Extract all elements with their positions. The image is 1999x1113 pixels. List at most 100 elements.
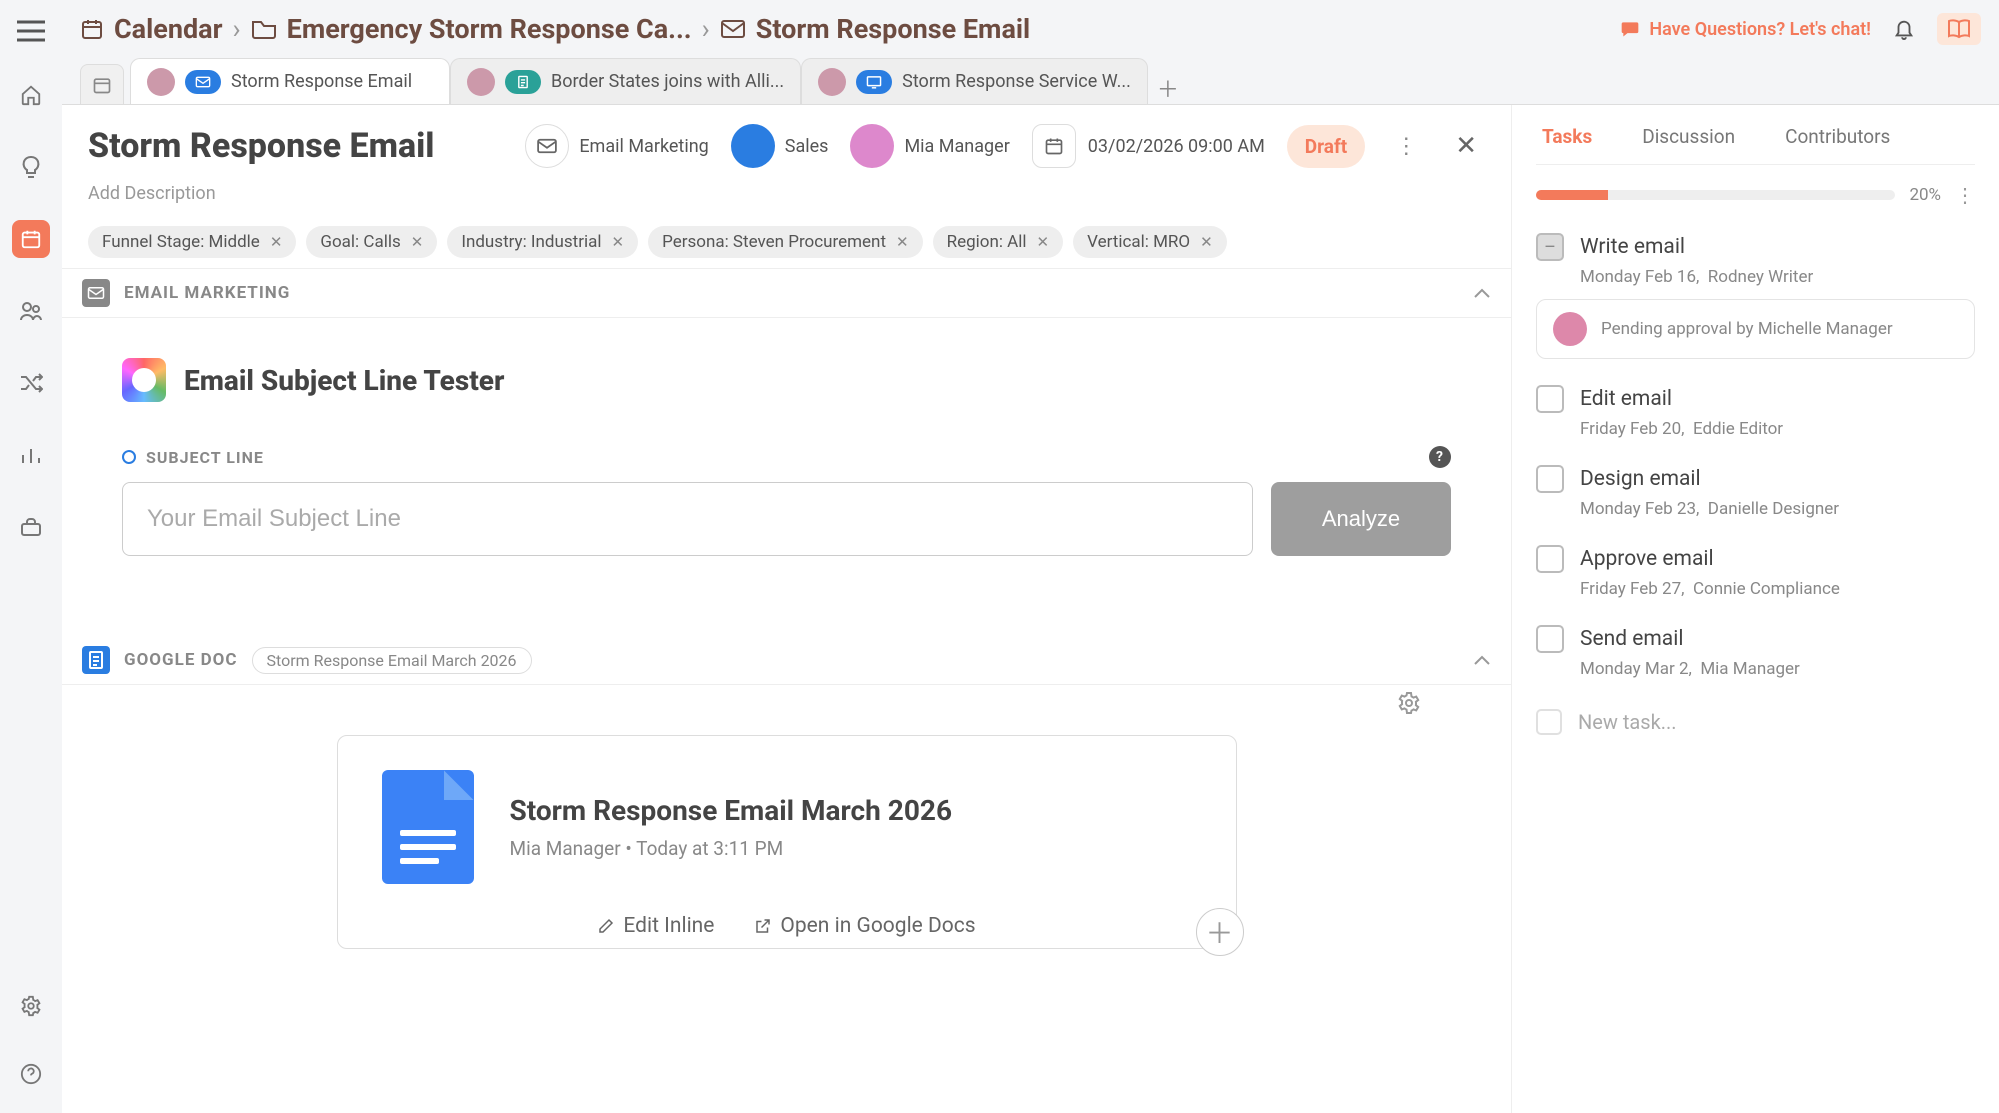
remove-tag-icon[interactable]: ✕ [1200,233,1213,251]
progress-row: 20% ⋮ [1536,183,1975,207]
task-meta: Friday Feb 27, Connie Compliance [1580,579,1975,599]
gdoc-name-chip[interactable]: Storm Response Email March 2026 [252,647,532,674]
task-item[interactable]: – Write email Monday Feb 16, Rodney Writ… [1536,233,1975,359]
tag-label: Region: All [947,232,1027,252]
schedule-chip[interactable]: 03/02/2026 09:00 AM [1032,124,1265,168]
shuffle-icon[interactable] [12,364,50,402]
approval-card[interactable]: Pending approval by Michelle Manager [1536,299,1975,359]
channel-chip[interactable]: Email Marketing [525,124,708,168]
avatar-icon [850,124,894,168]
topbar: Calendar › Emergency Storm Response Ca..… [62,0,1999,58]
tag-chip[interactable]: Persona: Steven Procurement ✕ [648,226,923,258]
ideas-icon[interactable] [12,148,50,186]
more-icon[interactable]: ⋮ [1955,183,1975,207]
section-label: GOOGLE DOC [124,650,238,670]
task-checkbox[interactable]: – [1536,233,1564,261]
section-label: EMAIL MARKETING [124,283,290,303]
gear-icon[interactable] [1397,691,1421,715]
breadcrumb-item[interactable]: Storm Response Email [756,13,1030,45]
breadcrumb-folder[interactable]: Emergency Storm Response Ca... [287,13,692,45]
edit-inline-button[interactable]: Edit Inline [597,914,714,938]
document-header: Storm Response Email Email Marketing Sal [62,105,1511,269]
breadcrumb: Calendar › Emergency Storm Response Ca..… [80,13,1030,45]
team-icon[interactable] [12,292,50,330]
chevron-up-icon[interactable] [1473,287,1491,299]
open-in-gdocs-button[interactable]: Open in Google Docs [754,914,975,938]
task-meta: Friday Feb 20, Eddie Editor [1580,419,1975,439]
help-tooltip-icon[interactable]: ? [1429,446,1451,468]
document-main: Storm Response Email Email Marketing Sal [62,105,1511,1113]
subject-line-input[interactable] [122,482,1253,556]
task-title: Approve email [1580,547,1714,571]
chevron-up-icon[interactable] [1473,654,1491,666]
home-icon[interactable] [12,76,50,114]
side-tabs: Tasks Discussion Contributors [1536,115,1975,165]
avatar-icon [1553,312,1587,346]
tag-chip[interactable]: Industry: Industrial ✕ [447,226,638,258]
tab-label: Storm Response Email [231,71,412,92]
close-icon[interactable]: ✕ [1447,123,1485,169]
assets-icon[interactable] [12,508,50,546]
tab-item[interactable]: Storm Response Email [130,58,450,104]
subject-line-label: SUBJECT LINE [146,448,264,467]
tag-label: Goal: Calls [320,232,400,252]
help-icon[interactable] [12,1055,50,1093]
task-checkbox[interactable] [1536,385,1564,413]
task-checkbox [1536,709,1562,735]
remove-tag-icon[interactable]: ✕ [411,233,424,251]
tab-item[interactable]: Border States joins with Alli... [450,58,801,104]
new-task-input[interactable]: New task... [1536,709,1975,735]
team-chip[interactable]: Sales [731,124,829,168]
book-icon[interactable] [1937,13,1981,45]
settings-icon[interactable] [12,987,50,1025]
add-tab-button[interactable]: ＋ [1148,72,1188,104]
tab-tasks[interactable]: Tasks [1542,125,1592,148]
breadcrumb-root[interactable]: Calendar [114,13,223,45]
tester-title: Email Subject Line Tester [184,364,504,397]
tag-label: Funnel Stage: Middle [102,232,260,252]
remove-tag-icon[interactable]: ✕ [270,233,283,251]
remove-tag-icon[interactable]: ✕ [612,233,625,251]
remove-tag-icon[interactable]: ✕ [896,233,909,251]
task-item[interactable]: Approve email Friday Feb 27, Connie Comp… [1536,545,1975,599]
status-badge[interactable]: Draft [1287,125,1365,168]
task-item[interactable]: Design email Monday Feb 23, Danielle Des… [1536,465,1975,519]
tag-chip[interactable]: Goal: Calls ✕ [306,226,437,258]
folder-icon [251,18,277,40]
task-item[interactable]: Send email Monday Mar 2, Mia Manager [1536,625,1975,679]
chat-link[interactable]: Have Questions? Let's chat! [1619,19,1871,40]
mail-icon [720,19,746,39]
tag-label: Industry: Industrial [461,232,601,252]
task-checkbox[interactable] [1536,625,1564,653]
bell-icon[interactable] [1893,17,1915,41]
task-checkbox[interactable] [1536,545,1564,573]
tab-item[interactable]: Storm Response Service W... [801,58,1148,104]
owner-label: Mia Manager [904,136,1009,157]
analyze-button[interactable]: Analyze [1271,482,1451,556]
team-label: Sales [785,136,829,157]
task-title: Design email [1580,467,1701,491]
tab-contributors[interactable]: Contributors [1785,125,1890,148]
more-icon[interactable]: ⋮ [1387,126,1425,167]
left-rail [0,0,62,1113]
tag-label: Persona: Steven Procurement [662,232,886,252]
tag-chip[interactable]: Funnel Stage: Middle ✕ [88,226,296,258]
team-dot-icon [731,124,775,168]
tab-discussion[interactable]: Discussion [1642,125,1735,148]
calendar-tab-chip[interactable] [80,64,124,104]
section-email-marketing[interactable]: EMAIL MARKETING [62,269,1511,318]
tag-chip[interactable]: Vertical: MRO✕ [1073,226,1227,258]
task-meta: Monday Feb 16, Rodney Writer [1580,267,1975,287]
calendar-icon[interactable] [12,220,50,258]
menu-icon[interactable] [17,20,45,42]
task-item[interactable]: Edit email Friday Feb 20, Eddie Editor [1536,385,1975,439]
add-section-button[interactable]: ＋ [1196,908,1244,956]
task-checkbox[interactable] [1536,465,1564,493]
owner-chip[interactable]: Mia Manager [850,124,1009,168]
add-description[interactable]: Add Description [88,183,1485,204]
screen-pill-icon [856,70,892,94]
tag-chip[interactable]: Region: All ✕ [933,226,1064,258]
analytics-icon[interactable] [12,436,50,474]
remove-tag-icon[interactable]: ✕ [1037,233,1050,251]
section-google-doc[interactable]: GOOGLE DOC Storm Response Email March 20… [62,636,1511,685]
